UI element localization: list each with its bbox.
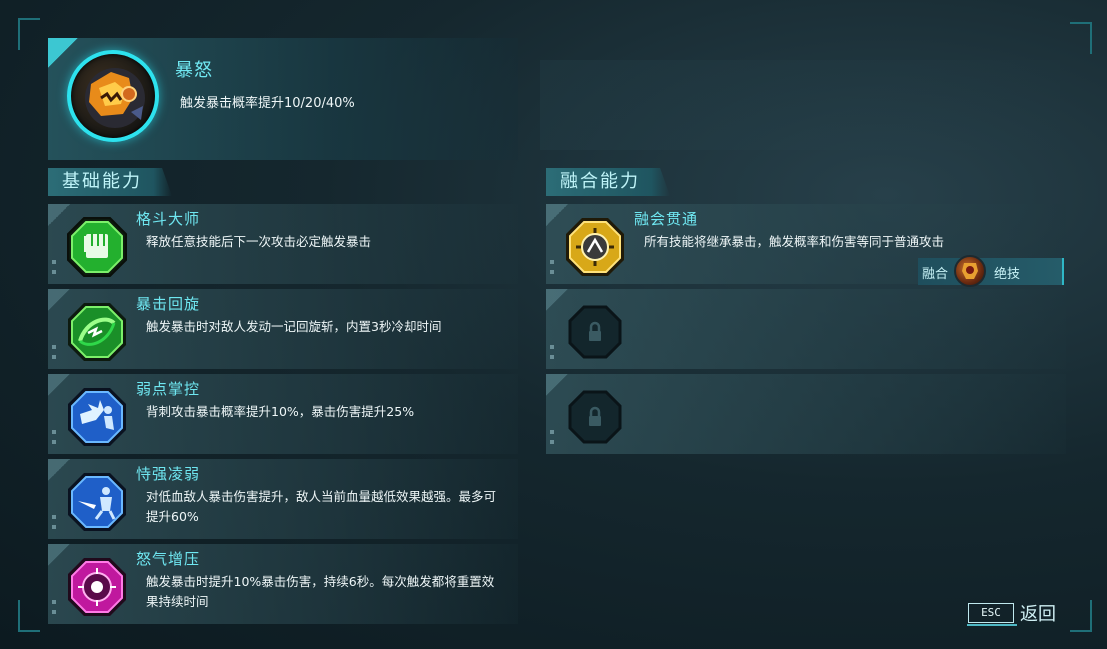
fusion-tag-right-label: 绝技 bbox=[994, 267, 1021, 282]
hero-description: 触发暴击概率提升10/20/40% bbox=[180, 96, 355, 111]
bg-panel-right bbox=[540, 60, 1060, 150]
rage-pressure-icon bbox=[68, 558, 126, 616]
fusion-ultimate-tag: 融合 绝技 bbox=[918, 255, 1064, 287]
rage-beast-icon bbox=[67, 50, 159, 142]
back-label: 返回 bbox=[1020, 604, 1056, 625]
frame-top-left-corner bbox=[18, 18, 40, 50]
skill-description: 触发暴击时对敌人发动一记回旋斩，内置3秒冷却时间 bbox=[146, 319, 442, 334]
skill-row-bully-weak[interactable]: 恃强凌弱 对低血敌人暴击伤害提升，敌人当前血量越低效果越强。最多可提升60% bbox=[48, 459, 518, 539]
skill-description: 对低血敌人暴击伤害提升，敌人当前血量越低效果越强。最多可提升60% bbox=[146, 489, 497, 524]
skill-name: 恃强凌弱 bbox=[136, 465, 201, 483]
ultimate-badge-icon bbox=[954, 255, 986, 287]
frame-bottom-right-corner bbox=[1070, 600, 1092, 632]
skill-row-crit-spin[interactable]: 暴击回旋 触发暴击时对敌人发动一记回旋斩，内置3秒冷却时间 bbox=[48, 289, 518, 369]
fusion-tag-left-label: 融合 bbox=[922, 267, 949, 282]
skill-name: 融会贯通 bbox=[634, 210, 699, 228]
skill-description: 触发暴击时提升10%暴击伤害，持续6秒。每次触发都将重置效果持续时间 bbox=[146, 574, 495, 609]
back-button[interactable]: ESC 返回 bbox=[967, 600, 1056, 626]
skill-row-locked-2 bbox=[546, 374, 1066, 454]
skill-row-locked-1 bbox=[546, 289, 1066, 369]
fist-icon bbox=[67, 217, 127, 277]
skill-description: 释放任意技能后下一次攻击必定触发暴击 bbox=[146, 234, 372, 249]
fusion-compass-icon bbox=[566, 218, 624, 276]
lock-icon bbox=[568, 305, 622, 359]
skill-row-fighting-master[interactable]: 格斗大师 释放任意技能后下一次攻击必定触发暴击 bbox=[48, 204, 518, 284]
esc-key-hint: ESC bbox=[967, 603, 1017, 626]
spin-slash-icon bbox=[68, 303, 126, 361]
skill-name: 暴击回旋 bbox=[136, 295, 201, 313]
skill-row-rage-pressure[interactable]: 怒气增压 触发暴击时提升10%暴击伤害，持续6秒。每次触发都将重置效果持续时间 bbox=[48, 544, 518, 624]
skill-name: 弱点掌控 bbox=[136, 380, 201, 398]
weak-point-icon bbox=[68, 388, 126, 446]
frame-bottom-left-corner bbox=[18, 600, 40, 632]
skill-row-weak-point[interactable]: 弱点掌控 背刺攻击暴击概率提升10%，暴击伤害提升25% bbox=[48, 374, 518, 454]
skill-description: 所有技能将继承暴击，触发概率和伤害等同于普通攻击 bbox=[644, 234, 945, 249]
skill-description: 背刺攻击暴击概率提升10%，暴击伤害提升25% bbox=[146, 404, 415, 419]
basic-abilities-header: 基础能力 bbox=[48, 168, 172, 196]
skill-name: 格斗大师 bbox=[136, 210, 201, 228]
fusion-abilities-header: 融合能力 bbox=[546, 168, 670, 196]
frame-top-right-corner bbox=[1070, 22, 1092, 54]
hero-title: 暴怒 bbox=[175, 60, 213, 81]
blade-strike-icon bbox=[68, 473, 126, 531]
skill-name: 怒气增压 bbox=[136, 550, 201, 568]
lock-icon bbox=[568, 390, 622, 444]
